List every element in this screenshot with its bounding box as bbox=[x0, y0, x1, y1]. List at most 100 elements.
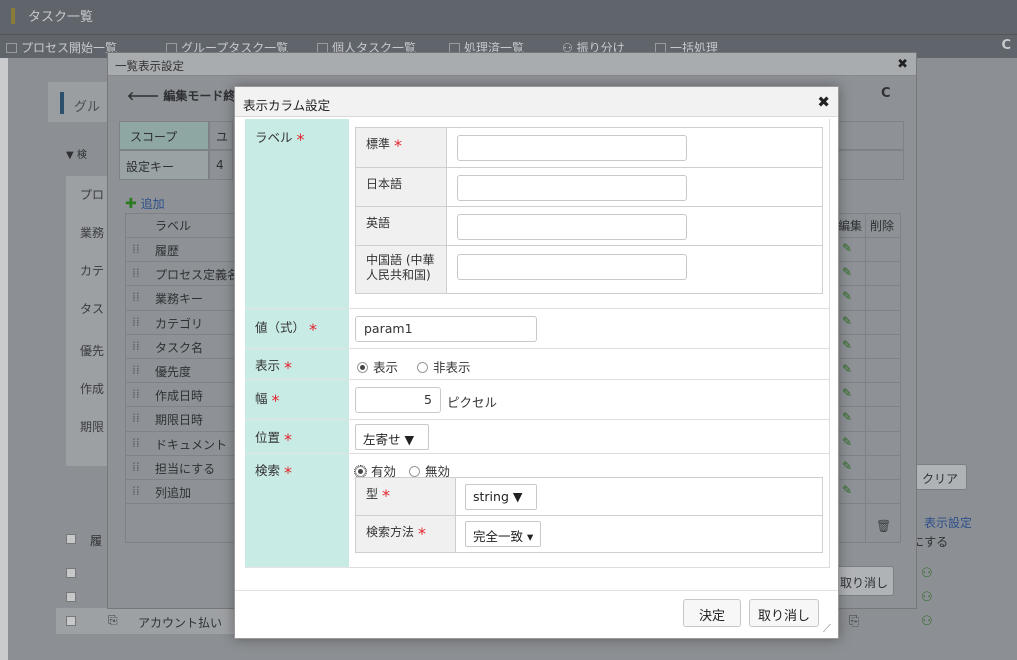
edit-icon[interactable]: ✎ bbox=[842, 435, 852, 449]
close-icon[interactable]: ✖ bbox=[897, 57, 908, 72]
edit-icon[interactable]: ✎ bbox=[842, 314, 852, 328]
cancel-button[interactable]: 取り消し bbox=[749, 599, 819, 627]
result-row[interactable]: ⎘ アカウント払い bbox=[56, 608, 236, 634]
plus-icon: ✚ bbox=[125, 196, 137, 212]
value-field-cell: param1 bbox=[349, 309, 830, 349]
column-row-label: プロセス定義名 bbox=[155, 268, 240, 283]
english-label-input[interactable] bbox=[457, 214, 687, 240]
edit-icon[interactable]: ✎ bbox=[842, 410, 852, 424]
japanese-label-input[interactable] bbox=[457, 175, 687, 201]
search-label: 業務 bbox=[80, 226, 105, 240]
edit-icon[interactable]: ✎ bbox=[842, 362, 852, 376]
column-row-label: 業務キー bbox=[155, 292, 204, 307]
column-row-label: 優先度 bbox=[155, 365, 192, 379]
radio-selected-icon[interactable] bbox=[354, 465, 367, 478]
exit-edit-mode-button[interactable]: 🡐 編集モード終了 bbox=[127, 87, 247, 104]
japanese-value-cell bbox=[447, 168, 822, 207]
close-icon[interactable]: ✖ bbox=[817, 93, 830, 111]
drag-handle-icon[interactable]: ⁞⁞ bbox=[132, 290, 140, 304]
display-option-hide[interactable]: 非表示 bbox=[417, 357, 471, 376]
required-mark: * bbox=[382, 486, 391, 505]
column-header: 履 bbox=[90, 534, 103, 548]
english-value-cell bbox=[447, 207, 822, 246]
clear-button[interactable]: クリア bbox=[913, 464, 967, 490]
search-method-label: 検索方法 * bbox=[356, 516, 456, 552]
column-row-label: 作成日時 bbox=[155, 389, 204, 404]
radio-unselected-icon[interactable] bbox=[409, 466, 420, 477]
edit-icon[interactable]: ✎ bbox=[842, 265, 852, 279]
scope-label-cell: スコープ bbox=[119, 121, 209, 150]
search-label: タス bbox=[80, 302, 105, 316]
drag-handle-icon[interactable]: ⁞⁞ bbox=[132, 411, 140, 425]
list-settings-dialog-header: 一覧表示設定 ✖ bbox=[108, 53, 916, 76]
list-icon bbox=[6, 43, 17, 53]
row-checkbox[interactable] bbox=[66, 568, 76, 578]
radio-selected-icon[interactable] bbox=[357, 362, 368, 373]
type-select[interactable]: string ▼ bbox=[465, 484, 537, 510]
resize-handle-icon[interactable]: ⟋ bbox=[823, 622, 831, 636]
drag-handle-icon[interactable]: ⁞⁞ bbox=[132, 242, 140, 256]
drag-handle-icon[interactable]: ⁞⁞ bbox=[132, 460, 140, 474]
search-label: カテ bbox=[80, 264, 105, 278]
menu-item-process-start[interactable]: プロセス開始一覧 bbox=[6, 39, 117, 56]
position-select[interactable]: 左寄せ ▼ bbox=[355, 424, 429, 450]
row-checkbox[interactable] bbox=[66, 616, 76, 626]
group-heading: グル bbox=[74, 100, 101, 115]
standard-label: 標準 * bbox=[356, 128, 447, 168]
required-mark: * bbox=[394, 136, 403, 155]
search-label: 作成 bbox=[80, 382, 105, 396]
assign-user-icon[interactable]: ⚇ bbox=[921, 590, 933, 605]
refresh-icon[interactable]: C bbox=[1001, 38, 1011, 53]
drag-handle-icon[interactable]: ⁞⁞ bbox=[132, 484, 140, 498]
width-input[interactable]: 5 bbox=[355, 387, 441, 413]
search-label: プロ bbox=[80, 188, 105, 202]
radio-unselected-icon[interactable] bbox=[417, 362, 428, 373]
edit-icon[interactable]: ✎ bbox=[842, 338, 852, 352]
drag-handle-icon[interactable]: ⁞⁞ bbox=[132, 387, 140, 401]
display-settings-link[interactable]: 表示設定 bbox=[924, 514, 972, 531]
english-label: 英語 bbox=[356, 207, 447, 246]
refresh-icon[interactable]: C bbox=[881, 86, 891, 101]
confirm-button[interactable]: 決定 bbox=[683, 599, 741, 627]
add-column-button[interactable]: ✚ 追加 bbox=[125, 195, 165, 212]
assign-user-icon[interactable]: ⚇ bbox=[921, 566, 933, 581]
dialog-title: 表示カラム設定 bbox=[243, 98, 331, 113]
drag-handle-icon[interactable]: ⁞⁞ bbox=[132, 436, 140, 450]
drag-handle-icon[interactable]: ⁞⁞ bbox=[132, 315, 140, 329]
key-value: 4 bbox=[216, 158, 224, 172]
list-dialog-cancel-button[interactable]: 取り消し bbox=[837, 566, 894, 596]
value-field-label: 値（式） * bbox=[245, 309, 349, 349]
search-method-select[interactable]: 完全一致 ▾ bbox=[465, 521, 541, 547]
drag-handle-icon[interactable]: ⁞⁞ bbox=[132, 339, 140, 353]
chinese-label-input[interactable] bbox=[457, 254, 687, 280]
arrow-left-icon: 🡐 bbox=[127, 89, 164, 103]
column-row-label: 担当にする bbox=[155, 461, 216, 476]
scope-label: スコープ bbox=[130, 130, 178, 144]
document-icon[interactable]: ⎘ bbox=[108, 613, 118, 628]
assign-user-icon[interactable]: ⚇ bbox=[921, 614, 933, 629]
search-toggle[interactable]: ▼ 検 bbox=[66, 146, 87, 161]
position-field-label: 位置 * bbox=[245, 420, 349, 454]
key-label: 設定キー bbox=[126, 160, 175, 174]
document-icon[interactable]: ⎘ bbox=[849, 614, 859, 629]
edit-icon[interactable]: ✎ bbox=[842, 289, 852, 303]
select-all-checkbox[interactable] bbox=[66, 534, 76, 544]
width-field-label: 幅 * bbox=[245, 380, 349, 420]
drag-handle-icon[interactable]: ⁞⁞ bbox=[132, 266, 140, 280]
dialog-title: 一覧表示設定 bbox=[115, 59, 184, 73]
column-header-label: ラベル bbox=[155, 219, 192, 233]
value-expression-input[interactable]: param1 bbox=[355, 316, 537, 342]
required-mark: * bbox=[284, 430, 293, 449]
trash-icon[interactable]: 🗑 bbox=[876, 519, 891, 533]
required-mark: * bbox=[271, 391, 280, 410]
display-option-show[interactable]: 表示 bbox=[357, 357, 398, 376]
column-row-label: ドキュメント bbox=[155, 437, 228, 452]
standard-label-input[interactable] bbox=[457, 135, 687, 161]
edit-icon[interactable]: ✎ bbox=[842, 386, 852, 400]
edit-icon[interactable]: ✎ bbox=[842, 483, 852, 497]
row-checkbox[interactable] bbox=[66, 592, 76, 602]
edit-icon[interactable]: ✎ bbox=[842, 241, 852, 255]
chinese-label: 中国語 (中華 人民共和国) bbox=[356, 246, 447, 293]
edit-icon[interactable]: ✎ bbox=[842, 459, 852, 473]
drag-handle-icon[interactable]: ⁞⁞ bbox=[132, 363, 140, 377]
